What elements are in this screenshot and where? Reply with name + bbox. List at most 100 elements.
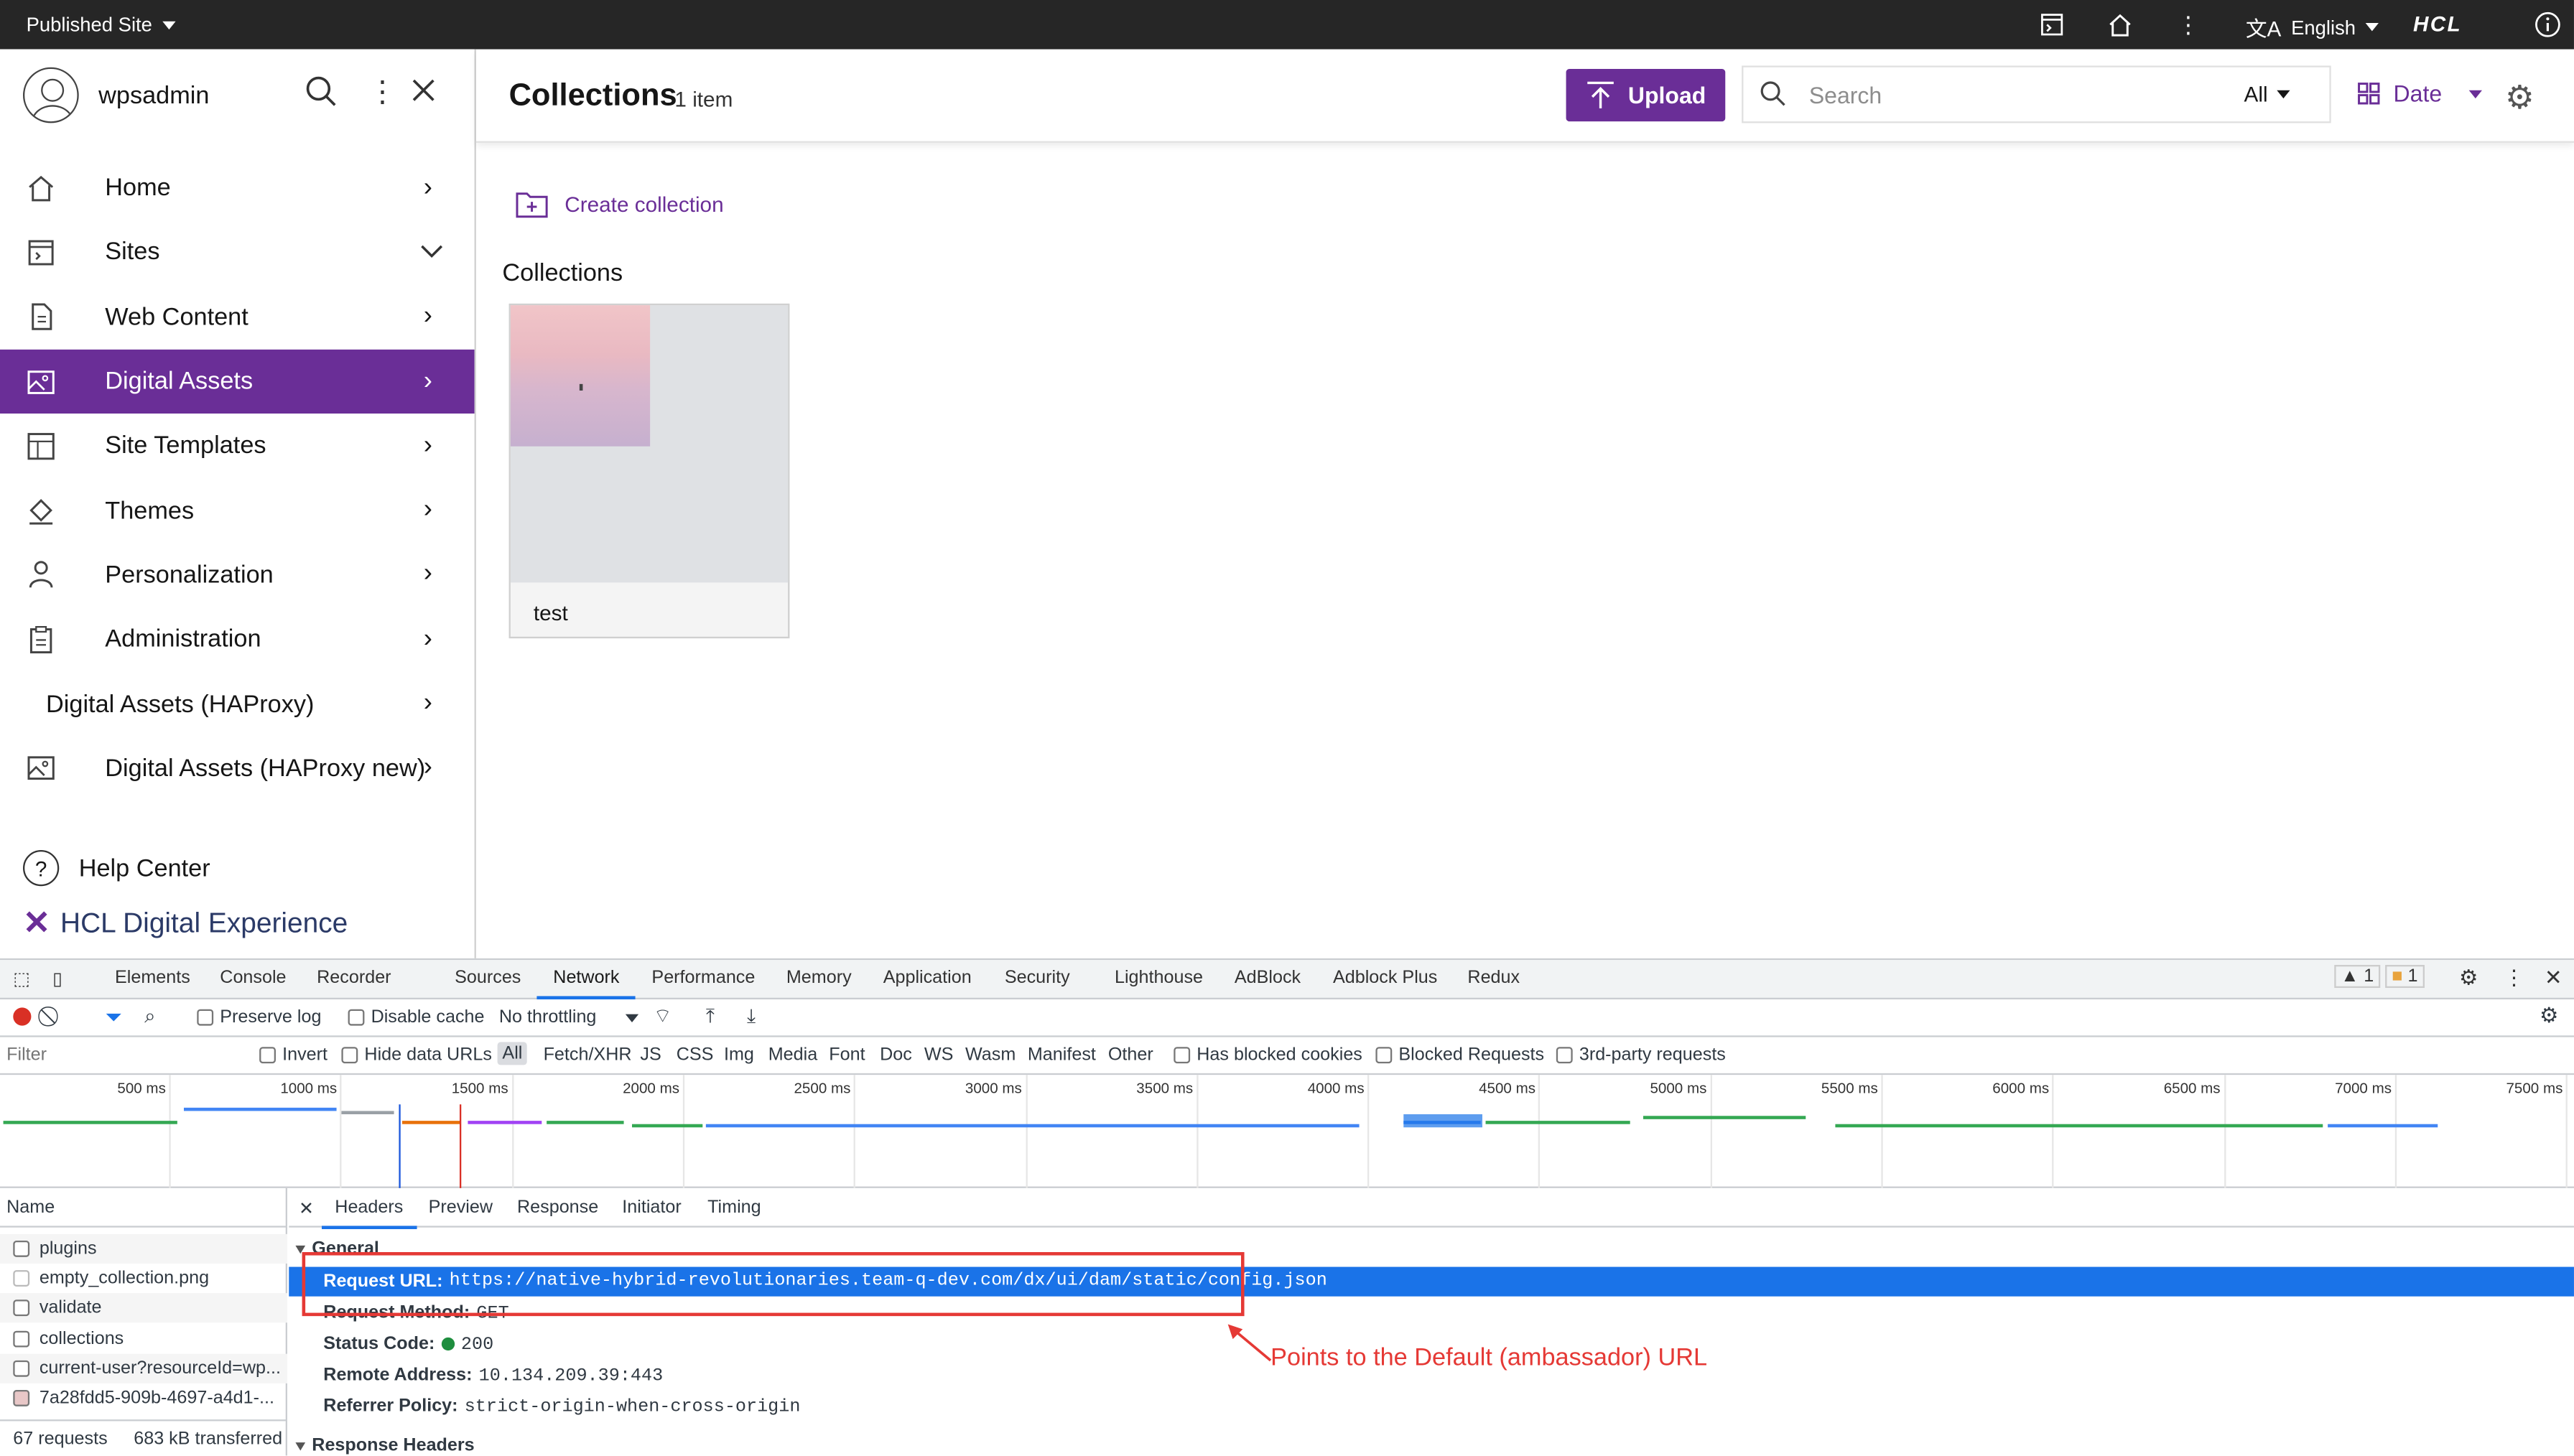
filter-type-wasm[interactable]: Wasm xyxy=(965,1045,1016,1065)
request-list-header[interactable]: Name xyxy=(0,1188,287,1228)
filter-type-other[interactable]: Other xyxy=(1108,1045,1153,1065)
network-settings-icon[interactable]: ⚙ xyxy=(2540,1003,2559,1030)
upload-button[interactable]: Upload xyxy=(1566,68,1726,122)
export-har-icon[interactable]: ⤓ xyxy=(747,1004,756,1029)
search-icon[interactable] xyxy=(305,75,336,115)
tab-preview[interactable]: Preview xyxy=(429,1198,493,1218)
tab-adblock[interactable]: AdBlock xyxy=(1235,969,1301,988)
tab-initiator[interactable]: Initiator xyxy=(622,1198,681,1218)
disable-cache-label: Disable cache xyxy=(371,1007,485,1027)
response-headers-toggle[interactable]: Response Headers xyxy=(295,1436,475,1455)
tab-response[interactable]: Response xyxy=(517,1198,598,1218)
record-button[interactable] xyxy=(13,1007,32,1026)
document-icon xyxy=(32,304,52,331)
close-detail-icon[interactable]: ✕ xyxy=(299,1198,314,1219)
request-row[interactable]: 7a28fdd5-909b-4697-a4d1-... xyxy=(0,1383,287,1413)
filter-icon[interactable]: ⏷ xyxy=(105,1004,122,1031)
network-timeline-overview[interactable]: 500 ms 1000 ms 1500 ms 2000 ms 2500 ms 3000 m… xyxy=(0,1075,2574,1188)
request-name: current-user?resourceId=wp... xyxy=(39,1358,281,1378)
image-icon xyxy=(27,757,55,780)
chevron-down-icon xyxy=(2277,90,2291,99)
sidebar-item-personalization[interactable]: Personalization › xyxy=(0,543,475,607)
sidebar-item-digital-assets-haproxy[interactable]: Digital Assets (HAProxy) › xyxy=(0,672,475,737)
overflow-menu-icon[interactable]: ⋮ xyxy=(368,75,397,110)
request-row[interactable]: validate xyxy=(0,1293,287,1323)
hide-data-urls-checkbox[interactable]: Hide data URLs xyxy=(341,1045,492,1065)
devtools-settings-icon[interactable]: ⚙ xyxy=(2459,965,2478,991)
tab-console[interactable]: Console xyxy=(220,969,286,988)
filter-input[interactable] xyxy=(6,1042,237,1068)
has-blocked-cookies-checkbox[interactable]: Has blocked cookies xyxy=(1174,1045,1362,1065)
home-icon[interactable] xyxy=(2104,10,2134,39)
tab-elements[interactable]: Elements xyxy=(115,969,190,988)
filter-type-fetch-xhr[interactable]: Fetch/XHR xyxy=(544,1045,632,1065)
sidebar-item-themes[interactable]: Themes › xyxy=(0,478,475,543)
filter-type-ws[interactable]: WS xyxy=(924,1045,954,1065)
invert-checkbox[interactable]: Invert xyxy=(259,1045,327,1065)
import-har-icon[interactable]: ⤒ xyxy=(706,1004,715,1029)
collections-heading: Collections xyxy=(502,259,623,287)
throttling-select[interactable]: No throttling xyxy=(499,1007,639,1027)
request-row[interactable]: current-user?resourceId=wp... xyxy=(0,1353,287,1383)
inspect-element-icon[interactable]: ⬚ xyxy=(13,969,30,989)
image-file-icon xyxy=(13,1389,30,1406)
filter-type-js[interactable]: JS xyxy=(640,1045,661,1065)
sidebar-item-label: Administration xyxy=(105,625,261,654)
disable-cache-checkbox[interactable]: Disable cache xyxy=(348,1007,485,1027)
info-icon[interactable] xyxy=(2533,10,2563,39)
overflow-menu-icon[interactable]: ⋮ xyxy=(2173,10,2203,39)
tab-timing[interactable]: Timing xyxy=(707,1198,761,1218)
language-selector[interactable]: 文A English xyxy=(2246,11,2379,42)
filter-type-font[interactable]: Font xyxy=(829,1045,865,1065)
tab-recorder[interactable]: Recorder xyxy=(317,969,391,988)
sidebar-item-digital-assets-haproxy-new[interactable]: Digital Assets (HAProxy new) › xyxy=(0,737,475,801)
create-collection-button[interactable]: Create collection xyxy=(516,189,724,218)
user-profile[interactable]: wpsadmin xyxy=(22,67,209,123)
sidebar-item-digital-assets[interactable]: Digital Assets › xyxy=(0,349,475,414)
network-conditions-icon[interactable]: ⌔ xyxy=(654,1004,672,1029)
filter-type-all[interactable]: All xyxy=(497,1042,528,1065)
warning-badge[interactable]: ▲ 1 xyxy=(2334,964,2381,988)
sidebar-item-site-templates[interactable]: Site Templates › xyxy=(0,414,475,478)
filter-type-manifest[interactable]: Manifest xyxy=(1028,1045,1096,1065)
filter-type-doc[interactable]: Doc xyxy=(880,1045,912,1065)
sort-dropdown[interactable]: Date xyxy=(2357,80,2482,107)
search-scope-dropdown[interactable]: All xyxy=(2244,82,2291,107)
tab-performance[interactable]: Performance xyxy=(651,969,755,988)
blocked-requests-checkbox[interactable]: Blocked Requests xyxy=(1375,1045,1544,1065)
request-row[interactable]: plugins xyxy=(0,1233,287,1264)
request-row[interactable]: empty_collection.png xyxy=(0,1264,287,1293)
tab-headers[interactable]: Headers xyxy=(322,1198,416,1229)
preserve-log-checkbox[interactable]: Preserve log xyxy=(197,1007,321,1027)
third-party-checkbox[interactable]: 3rd-party requests xyxy=(1556,1045,1726,1065)
tab-security[interactable]: Security xyxy=(1005,969,1070,988)
tab-memory[interactable]: Memory xyxy=(786,969,852,988)
filter-type-css[interactable]: CSS xyxy=(677,1045,714,1065)
request-row[interactable]: collections xyxy=(0,1325,287,1354)
sidebar-item-sites[interactable]: Sites xyxy=(0,220,475,285)
filter-type-media[interactable]: Media xyxy=(768,1045,817,1065)
close-icon[interactable] xyxy=(412,75,435,110)
search-icon[interactable]: ⌕ xyxy=(144,1004,155,1029)
preview-icon[interactable] xyxy=(2038,10,2067,39)
invert-label: Invert xyxy=(282,1045,328,1065)
sidebar-item-administration[interactable]: Administration › xyxy=(0,607,475,672)
help-center-link[interactable]: ? Help Center xyxy=(22,849,210,887)
issues-badge[interactable]: ■ 1 xyxy=(2385,964,2425,988)
devtools-close-icon[interactable]: ✕ xyxy=(2545,965,2563,991)
site-selector[interactable]: Published Site xyxy=(27,13,175,36)
tab-network[interactable]: Network xyxy=(536,969,637,999)
tab-lighthouse[interactable]: Lighthouse xyxy=(1115,969,1203,988)
filter-type-img[interactable]: Img xyxy=(724,1045,754,1065)
settings-gear-icon[interactable]: ⚙ xyxy=(2505,77,2534,118)
devtools-menu-icon[interactable]: ⋮ xyxy=(2504,965,2525,991)
sidebar-item-home[interactable]: Home › xyxy=(0,156,475,220)
search-input[interactable] xyxy=(1808,77,2203,113)
collection-card[interactable]: test xyxy=(508,303,790,639)
sidebar-item-web-content[interactable]: Web Content › xyxy=(0,285,475,350)
tab-redux[interactable]: Redux xyxy=(1467,969,1520,988)
device-toolbar-icon[interactable]: ▯ xyxy=(52,969,62,989)
tab-sources[interactable]: Sources xyxy=(455,969,521,988)
tab-adblock-plus[interactable]: Adblock Plus xyxy=(1333,969,1437,988)
tab-application[interactable]: Application xyxy=(883,969,972,988)
